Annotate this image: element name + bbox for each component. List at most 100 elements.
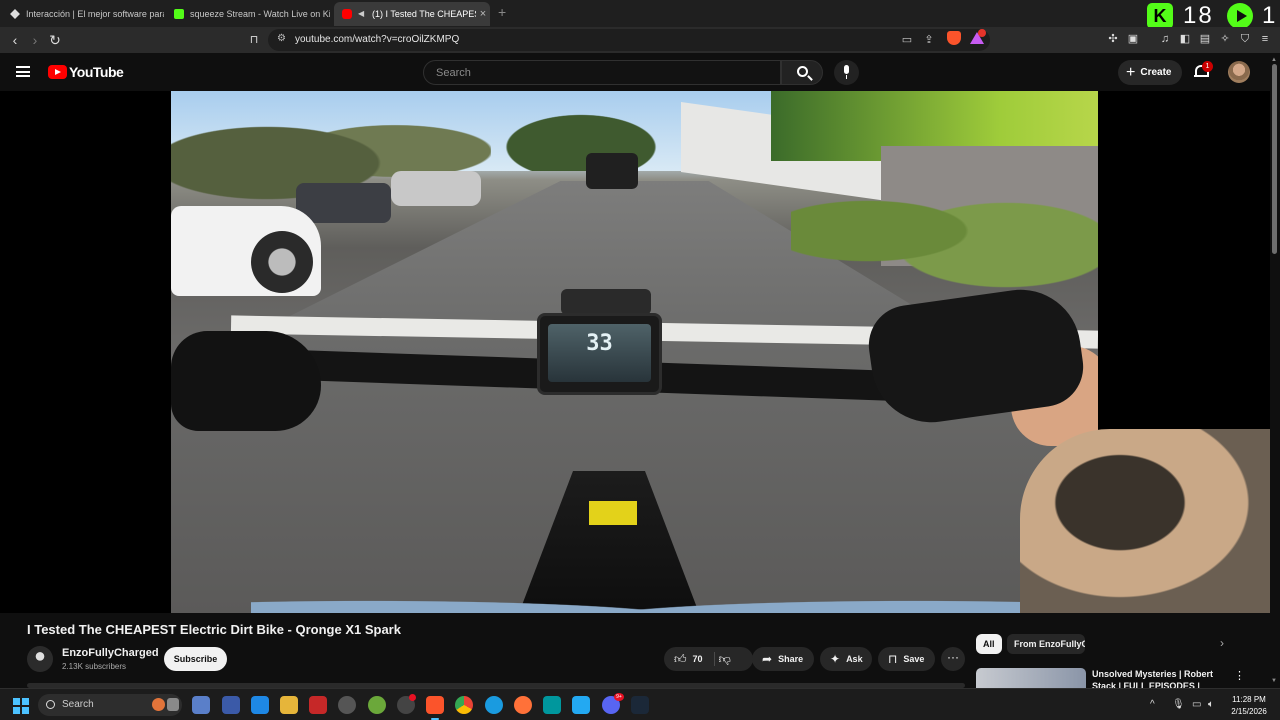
sidebar-icon[interactable]: ◧ xyxy=(1178,32,1192,46)
thumbs-up-icon[interactable]: 👍︎ xyxy=(674,652,687,667)
menu-icon[interactable]: ≡ xyxy=(1258,32,1272,46)
firefox-icon[interactable] xyxy=(514,696,532,714)
scroll-down-arrow-icon[interactable]: ▼ xyxy=(1271,678,1277,684)
search-input[interactable] xyxy=(436,65,766,81)
app-r-icon[interactable] xyxy=(251,696,269,714)
account-avatar[interactable] xyxy=(1228,61,1250,83)
subscribe-button[interactable]: Subscribe xyxy=(164,647,227,671)
edge-icon[interactable] xyxy=(485,696,503,714)
volume-icon[interactable]: 🔈︎ xyxy=(1208,699,1214,710)
new-tab-button[interactable]: + xyxy=(498,4,506,20)
scroll-up-arrow-icon[interactable]: ▲ xyxy=(1271,57,1277,63)
recommended-thumbnail[interactable] xyxy=(976,668,1086,688)
video-left-glove xyxy=(171,331,321,431)
system-clock[interactable]: 11:28 PM 2/15/2026 xyxy=(1224,694,1274,718)
like-divider xyxy=(714,652,715,666)
search-field[interactable] xyxy=(423,60,781,85)
channel-avatar[interactable] xyxy=(27,646,53,672)
taskbar-search[interactable]: Search xyxy=(38,694,182,716)
tab-kick-stream[interactable]: squeeze Stream - Watch Live on Kick xyxy=(166,2,330,26)
page-scrollbar-thumb[interactable] xyxy=(1272,64,1277,254)
bookmark-save-icon: ⊓ xyxy=(888,652,898,666)
recommended-menu-icon[interactable]: ⋮ xyxy=(1234,669,1245,682)
youtube-header: YouTube + Create 1 xyxy=(0,53,1280,91)
thumbs-down-icon[interactable]: 👎︎ xyxy=(719,652,731,667)
screenshot-icon[interactable]: ▣ xyxy=(1126,32,1140,46)
reload-icon[interactable]: ↻ xyxy=(46,31,64,49)
tab-title: (1) I Tested The CHEAPEST El xyxy=(372,9,476,19)
app-shield-icon[interactable] xyxy=(368,696,386,714)
app-circle-icon[interactable] xyxy=(338,696,356,714)
wallet-icon[interactable]: ▤ xyxy=(1198,32,1212,46)
display-icon[interactable]: ▭ xyxy=(1192,699,1201,710)
bookmark-icon[interactable]: ⊓ xyxy=(245,31,263,49)
cast-icon[interactable]: ▭ xyxy=(900,33,914,47)
chip-from-channel[interactable]: From EnzoFullyCharged xyxy=(1007,634,1085,654)
video-player[interactable]: 33 xyxy=(0,91,1270,613)
site-info-icon[interactable]: ⚙ xyxy=(277,33,286,44)
video-car-far xyxy=(586,153,638,189)
channel-name[interactable]: EnzoFullyCharged xyxy=(62,647,159,659)
search-icon xyxy=(46,700,55,709)
brave-shields-icon[interactable] xyxy=(947,31,961,45)
tray-chevron-icon[interactable]: ^ xyxy=(1150,699,1155,710)
video-headlight xyxy=(561,289,651,315)
ask-button[interactable]: ✦ Ask xyxy=(820,647,872,671)
brave-browser-icon[interactable] xyxy=(426,696,444,720)
kick-icon xyxy=(174,9,184,19)
file-explorer-icon[interactable] xyxy=(280,696,298,714)
app-meter-icon[interactable] xyxy=(309,696,327,714)
ask-label: Ask xyxy=(846,654,863,664)
address-bar[interactable]: ⚙ youtube.com/watch?v=croOilZKMPQ ▭ ⇪ xyxy=(268,29,990,51)
vpn-icon[interactable]: ⛉ xyxy=(1238,32,1252,46)
steam-icon[interactable] xyxy=(631,696,649,714)
microphone-icon[interactable]: 🎙︎ xyxy=(1172,699,1185,710)
youtube-logo-text[interactable]: YouTube xyxy=(69,64,124,80)
like-count[interactable]: 70 xyxy=(693,654,703,664)
forward-icon[interactable]: › xyxy=(26,31,44,49)
search-button[interactable] xyxy=(781,60,823,85)
kick-extension-icon[interactable]: K xyxy=(1147,3,1173,29)
play-count: 1 xyxy=(1262,2,1276,29)
extensions-icon[interactable]: ✣ xyxy=(1106,32,1120,46)
share-button[interactable]: ➦ Share xyxy=(752,647,814,671)
play-extension-icon[interactable] xyxy=(1227,3,1253,29)
tab-youtube-video[interactable]: ◀ (1) I Tested The CHEAPEST El × xyxy=(334,2,490,26)
speaker-icon: ◀ xyxy=(358,9,365,18)
windows-start-icon[interactable] xyxy=(13,698,29,714)
chrome-icon[interactable] xyxy=(455,696,473,714)
media-icon[interactable]: ♫ xyxy=(1158,32,1172,46)
more-actions-icon[interactable]: ··· xyxy=(941,647,965,671)
arduino-icon[interactable] xyxy=(543,696,561,714)
share-label: Share xyxy=(778,654,804,664)
clock-date: 2/15/2026 xyxy=(1231,707,1267,716)
basketball-icon xyxy=(152,698,165,711)
leo-icon[interactable]: ✧ xyxy=(1218,32,1232,46)
share-page-icon[interactable]: ⇪ xyxy=(922,33,936,47)
app-tool-icon[interactable] xyxy=(192,696,210,714)
close-tab-icon[interactable]: × xyxy=(476,8,490,20)
voice-search-icon[interactable] xyxy=(834,60,859,85)
hamburger-icon[interactable] xyxy=(16,66,30,77)
url-text: youtube.com/watch?v=croOilZKMPQ xyxy=(295,34,460,45)
video-knees xyxy=(251,581,1031,613)
create-button[interactable]: + Create xyxy=(1118,60,1182,85)
bike-display: 33 xyxy=(537,313,662,395)
search-highlight-icon xyxy=(167,698,179,711)
save-label: Save xyxy=(903,654,925,664)
back-icon[interactable]: ‹ xyxy=(6,31,24,49)
video-bushes xyxy=(791,161,1098,301)
chip-next-icon[interactable]: › xyxy=(1220,636,1224,650)
plus-icon: + xyxy=(1126,63,1136,81)
save-button[interactable]: ⊓ Save xyxy=(878,647,935,671)
app-notification-dot xyxy=(409,694,416,701)
like-dislike-group: 👍︎ 70 👎︎ xyxy=(664,647,753,671)
kick-viewer-count: 18 xyxy=(1183,2,1214,29)
vscode-icon[interactable] xyxy=(572,696,590,714)
recommended-title[interactable]: Unsolved Mysteries | Robert Stack | FULL… xyxy=(1092,668,1222,688)
youtube-logo-icon[interactable] xyxy=(48,65,67,79)
app-media-icon[interactable] xyxy=(222,696,240,714)
webcam-overlay xyxy=(1020,429,1270,613)
tab-interaccion[interactable]: Interacción | El mejor software para p xyxy=(2,2,164,26)
chip-all[interactable]: All xyxy=(976,634,1002,654)
